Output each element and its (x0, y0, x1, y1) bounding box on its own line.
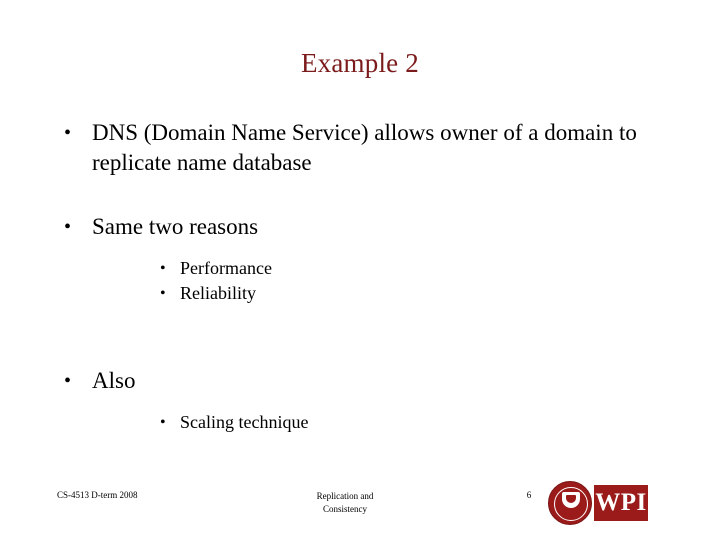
bullet-item-4: • Reliability (52, 281, 682, 306)
bullet-text-4: Reliability (180, 283, 256, 303)
bullet-glyph-icon: • (64, 216, 72, 238)
wpi-seal-icon (548, 481, 592, 525)
bullet-text-3: Performance (180, 258, 272, 278)
bullet-text-1: DNS (Domain Name Service) allows owner o… (92, 120, 637, 175)
bullet-text-2: Same two reasons (92, 214, 259, 239)
bullet-glyph-icon: • (160, 260, 166, 277)
bullet-text-6: Scaling technique (180, 412, 309, 432)
wpi-logo-text: WPI (594, 485, 648, 521)
bullet-item-3: • Performance (52, 256, 682, 281)
bullet-item-5: • Also (52, 366, 682, 396)
footer-topic-line2: Consistency (323, 504, 367, 514)
bullet-glyph-icon: • (64, 122, 72, 144)
page-title: Example 2 (300, 48, 419, 78)
footer-course-label: CS-4513 D-term 2008 (57, 490, 138, 500)
bullet-glyph-icon: • (160, 285, 166, 302)
wpi-logo: WPI (548, 481, 648, 526)
bullet-item-1: • DNS (Domain Name Service) allows owner… (52, 118, 682, 178)
footer-topic-line1: Replication and (316, 491, 374, 501)
slide: Example 2 • DNS (Domain Name Service) al… (0, 0, 720, 540)
bullet-item-2: • Same two reasons (52, 212, 682, 242)
bullet-glyph-icon: • (160, 414, 166, 431)
bullet-glyph-icon: • (64, 370, 72, 392)
bullet-item-6: • Scaling technique (52, 410, 682, 435)
footer-topic-label: Replication and Consistency (240, 490, 450, 516)
slide-body: • DNS (Domain Name Service) allows owner… (52, 118, 682, 435)
bullet-text-5: Also (92, 368, 136, 393)
slide-footer: CS-4513 D-term 2008 Replication and Cons… (0, 480, 720, 540)
